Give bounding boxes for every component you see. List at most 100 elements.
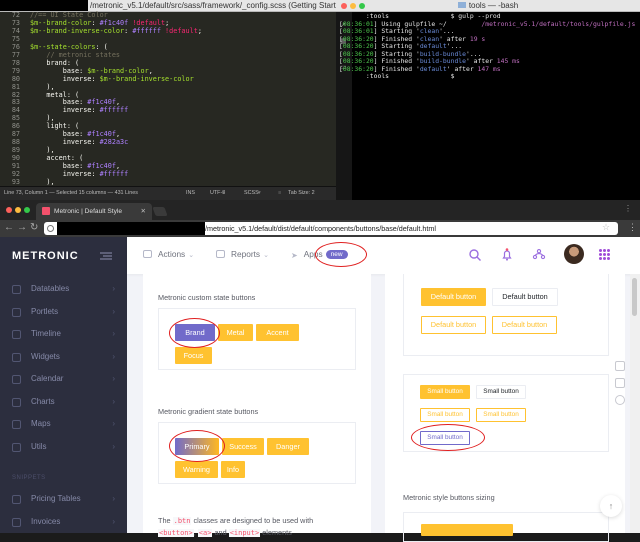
accent-button[interactable]: Accent [256,324,299,341]
tab-strip: Metronic | Default Style ✕ ⋮ [0,200,640,220]
sidebar-item-label: Charts [31,396,55,406]
brand-logo[interactable]: METRONIC [12,250,79,262]
large-warning-button[interactable] [421,524,513,536]
sidebar: METRONIC Datatables › Portlets › Timeline › Wi… [0,237,127,533]
code-token: inverse: [30,106,100,115]
close-window-button[interactable] [341,3,347,9]
code-token: #ffffff [99,170,129,179]
success-button[interactable]: Success [222,438,264,455]
annotation-circle [169,318,220,348]
terminal-token: 19 s [469,34,486,43]
small-default-button[interactable]: Small button [476,385,526,399]
code-editor-window: /metronic_v5.1/default/src/sass/framewor… [0,0,336,200]
chevron-right-icon: › [112,494,115,503]
web-page: METRONIC Datatables › Portlets › Timeline › Wi… [0,237,640,542]
default-outline-button[interactable]: Default button [421,316,486,334]
actions-label: Actions [158,249,186,259]
note-code: <a> [197,529,213,537]
maximize-window-button[interactable] [24,207,30,213]
code-token: inverse: [30,138,100,147]
sidebar-item-label: Portlets [31,306,59,316]
code-token: ), [30,178,55,187]
back-icon[interactable]: ← [4,222,14,234]
bookmark-star-icon[interactable]: ☆ [602,221,610,233]
sidebar-item-widgets[interactable]: Widgets › [0,347,127,369]
code-token: #f1c40f [87,162,116,171]
close-window-button[interactable] [6,207,12,213]
code-token: brand: ( [30,58,80,67]
code-token: metal: ( [30,90,80,99]
minimize-window-button[interactable] [15,207,21,213]
danger-button[interactable]: Danger [267,438,309,455]
hamburger-icon[interactable] [100,252,112,260]
code-area[interactable]: 72//== UI State Color 73 $m--brand-color: … [0,11,336,187]
chevron-right-icon: › [112,419,115,428]
sidebar-item-maps[interactable]: Maps › [0,414,127,436]
apps-grid-icon[interactable] [599,249,610,260]
warning-button[interactable]: Warning [175,461,218,478]
code-token: //== UI State Color [30,11,108,19]
code-token: #f1c40f [87,98,116,107]
default-warning-button[interactable]: Default button [421,288,486,306]
sidebar-item-calendar[interactable]: Calendar › [0,369,127,391]
terminal-output[interactable]: :tools $ gulp --prod [08:36:01] Using gul… [339,12,639,81]
reports-menu[interactable]: Reports ⌄ [216,249,269,259]
default-outline-button[interactable]: Default button [492,316,557,334]
window-menu-icon[interactable]: ⋮ [624,204,632,213]
page-scrollbar[interactable] [630,274,640,533]
browser-toolbar: ← → ↻ /metronic_v5.1/default/dist/defaul… [0,220,640,237]
maximize-window-button[interactable] [359,3,365,9]
tab-size[interactable]: Tab Size: 2 [288,190,315,196]
code-token: #ffffff [132,26,161,35]
chart-icon [216,250,225,258]
search-icon[interactable] [468,248,482,262]
reports-label: Reports [231,249,261,259]
code-token: base: [30,130,88,139]
sidebar-item-pricing-tables[interactable]: Pricing Tables › [0,489,127,511]
user-avatar[interactable] [564,244,584,264]
default-button[interactable]: Default button [492,288,558,306]
info-button[interactable]: Info [221,461,245,478]
code-token: accent: ( [30,154,84,163]
info-icon [47,225,54,232]
share-icon[interactable] [532,248,546,262]
bell-icon[interactable] [500,248,514,262]
browser-menu-icon[interactable]: ⋮ [628,221,637,233]
annotation-circle [315,242,367,267]
reload-icon[interactable]: ↻ [30,222,38,234]
small-warning-button[interactable]: Small button [420,385,470,399]
code-token: $m--brand-inverse-color [30,26,125,35]
sidebar-item-invoices[interactable]: Invoices › [0,512,127,534]
minimize-window-button[interactable] [350,3,356,9]
small-outline-button[interactable]: Small button [420,408,470,422]
sidebar-item-label: Timeline [31,329,61,338]
metal-button[interactable]: Metal [218,324,253,341]
syntax-mode[interactable]: SCSS [244,190,259,196]
sidebar-item-charts[interactable]: Charts › [0,392,127,414]
sidebar-item-datatables[interactable]: Datatables › [0,279,127,301]
new-tab-button[interactable] [152,207,168,216]
forward-icon[interactable]: → [17,222,27,234]
chevron-right-icon: › [112,516,115,526]
maps-icon [12,420,21,429]
sidebar-item-utils[interactable]: Utils › [0,437,127,459]
sidebar-item-timeline[interactable]: Timeline › [0,324,127,346]
calendar-icon[interactable] [615,378,625,388]
insert-mode[interactable]: INS [186,190,195,196]
url-text: /metronic_v5.1/default/dist/default/comp… [205,224,436,233]
small-outline-button[interactable]: Small button [476,408,526,422]
focus-button[interactable]: Focus [175,347,212,364]
metronic-favicon-icon [42,207,50,215]
help-icon[interactable] [615,395,625,405]
code-token: base: [30,66,88,75]
chevron-down-icon: ⌄ [188,252,195,259]
terminal-token: /metronic_v5.1/default/tools/gulpfile.js [481,19,636,28]
cart-icon[interactable] [615,361,625,371]
address-bar[interactable]: /metronic_v5.1/default/dist/default/comp… [44,222,618,235]
browser-tab[interactable]: Metronic | Default Style ✕ [36,203,152,220]
scroll-top-button[interactable]: ↑ [600,495,622,517]
close-tab-icon[interactable]: ✕ [140,203,146,220]
actions-menu[interactable]: Actions ⌄ [143,249,194,259]
pricing-tables-icon [12,495,21,504]
sidebar-item-portlets[interactable]: Portlets › [0,302,127,324]
